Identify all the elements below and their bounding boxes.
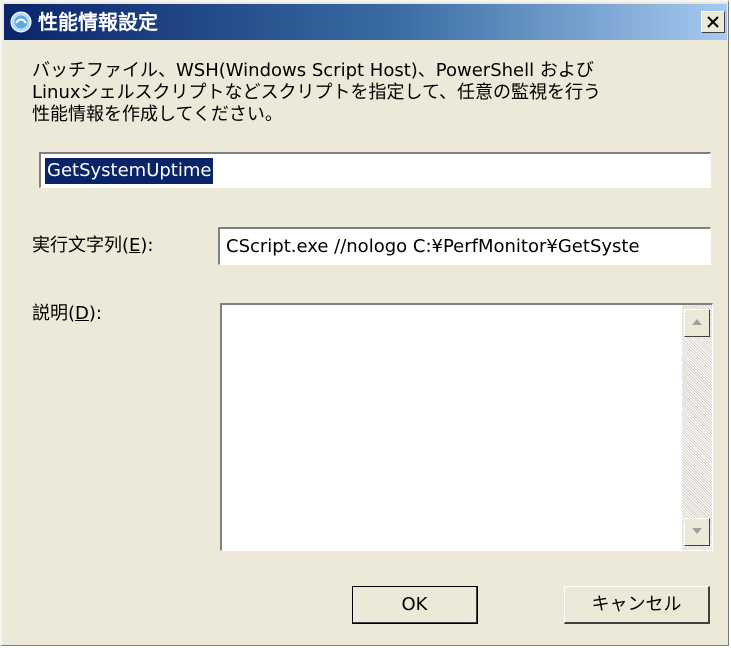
- name-field[interactable]: GetSystemUptime: [39, 152, 711, 188]
- scroll-up-icon: [692, 319, 702, 325]
- description-textarea[interactable]: [220, 303, 713, 551]
- exec-string-field[interactable]: CScript.exe //nologo C:¥PerfMonitor¥GetS…: [218, 227, 711, 265]
- description-label: 説明(D):: [32, 303, 102, 324]
- scroll-down-icon: [692, 528, 702, 534]
- exec-string-label: 実行文字列(E):: [32, 235, 154, 256]
- exec-string-value: CScript.exe //nologo C:¥PerfMonitor¥GetS…: [226, 236, 640, 257]
- performance-info-dialog: 性能情報設定 バッチファイル、WSH(Windows Script Host)、…: [0, 0, 729, 646]
- close-button[interactable]: [701, 11, 725, 33]
- scroll-down-button[interactable]: [684, 518, 710, 546]
- scroll-up-button[interactable]: [684, 309, 710, 337]
- title-bar[interactable]: 性能情報設定: [4, 4, 727, 40]
- description-scrollbar[interactable]: [682, 305, 712, 550]
- cancel-button[interactable]: キャンセル: [564, 586, 710, 624]
- window-title: 性能情報設定: [38, 10, 158, 34]
- app-icon: [10, 11, 32, 33]
- exec-accelerator-key: E: [129, 235, 141, 256]
- description-accelerator-key: D: [75, 303, 89, 324]
- name-field-selected-text: GetSystemUptime: [45, 158, 214, 184]
- ok-button[interactable]: OK: [352, 586, 478, 624]
- instruction-text: バッチファイル、WSH(Windows Script Host)、PowerSh…: [32, 60, 602, 125]
- close-icon: [707, 16, 719, 28]
